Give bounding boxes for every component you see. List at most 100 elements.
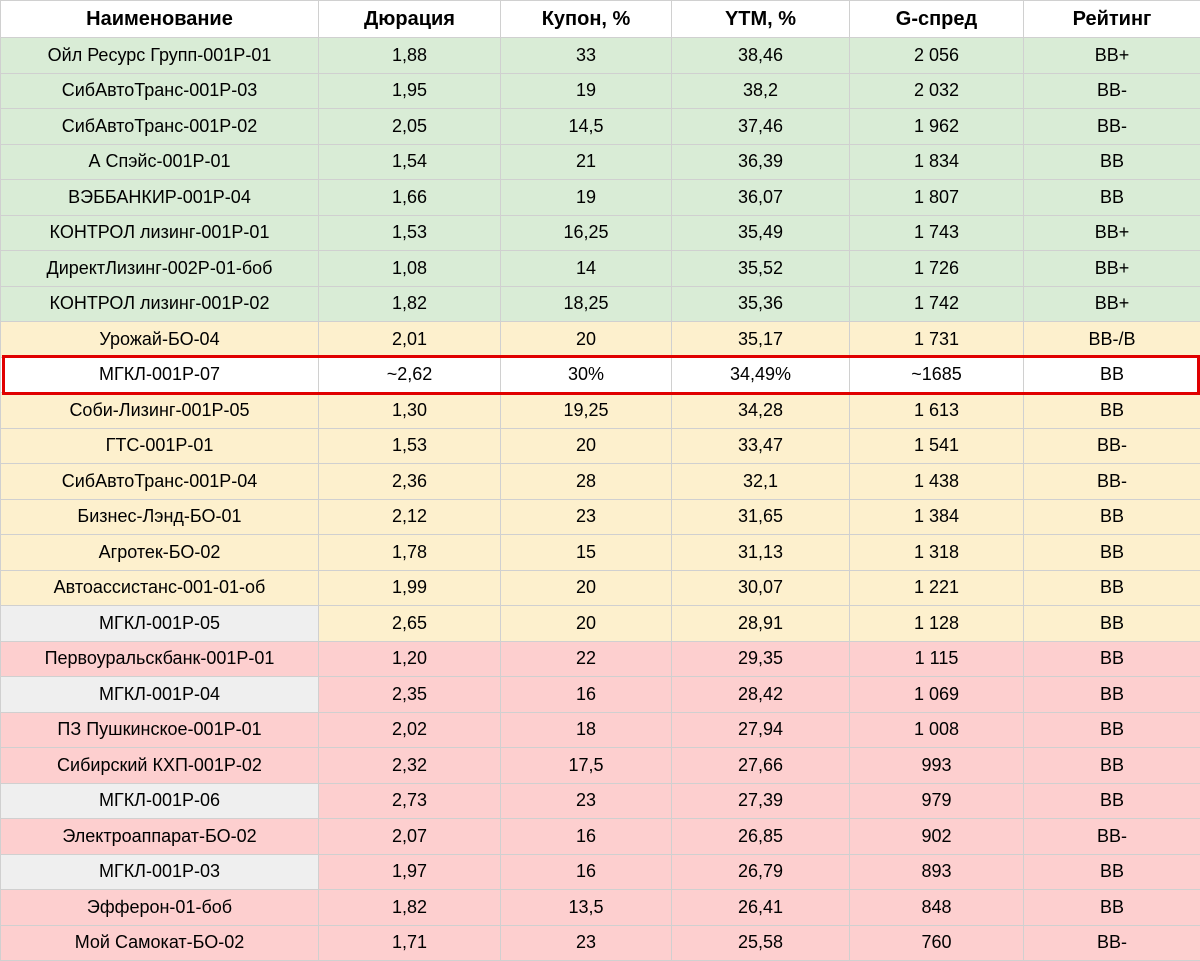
table-row: МГКЛ-001Р-052,652028,911 128BB [1, 606, 1200, 642]
cell-duration: 1,97 [319, 854, 501, 890]
cell-coupon: 20 [501, 606, 672, 642]
cell-rating: BB [1024, 180, 1200, 216]
cell-ytm: 27,66 [672, 748, 850, 784]
cell-rating: BB [1024, 677, 1200, 713]
cell-duration: 1,20 [319, 641, 501, 677]
cell-rating: BB- [1024, 925, 1200, 961]
cell-ytm: 27,39 [672, 783, 850, 819]
cell-ytm: 33,47 [672, 428, 850, 464]
cell-ytm: 35,17 [672, 322, 850, 358]
cell-ytm: 26,79 [672, 854, 850, 890]
cell-name: Эфферон-01-боб [1, 890, 319, 926]
cell-ytm: 31,65 [672, 499, 850, 535]
cell-rating: BB-/B [1024, 322, 1200, 358]
cell-ytm: 34,28 [672, 393, 850, 429]
table-row: Урожай-БО-042,012035,171 731BB-/B [1, 322, 1200, 358]
cell-rating: BB- [1024, 464, 1200, 500]
cell-g-spread: 1 541 [850, 428, 1024, 464]
cell-coupon: 20 [501, 428, 672, 464]
cell-coupon: 23 [501, 925, 672, 961]
table-row: Сибирский КХП-001Р-022,3217,527,66993BB [1, 748, 1200, 784]
cell-coupon: 14 [501, 251, 672, 287]
cell-duration: 1,08 [319, 251, 501, 287]
cell-rating: BB [1024, 712, 1200, 748]
cell-g-spread: 1 743 [850, 215, 1024, 251]
table-row: Агротек-БО-021,781531,131 318BB [1, 535, 1200, 571]
bond-comparison-table: Наименование Дюрация Купон, % YTM, % G-с… [0, 0, 1200, 961]
cell-g-spread: 1 742 [850, 286, 1024, 322]
cell-coupon: 19,25 [501, 393, 672, 429]
table-row: ДиректЛизинг-002Р-01-боб1,081435,521 726… [1, 251, 1200, 287]
header-ytm: YTM, % [672, 1, 850, 38]
cell-g-spread: 1 221 [850, 570, 1024, 606]
cell-name: МГКЛ-001Р-06 [1, 783, 319, 819]
cell-name: Мой Самокат-БО-02 [1, 925, 319, 961]
cell-coupon: 23 [501, 499, 672, 535]
cell-rating: BB [1024, 606, 1200, 642]
cell-g-spread: 902 [850, 819, 1024, 855]
cell-coupon: 19 [501, 180, 672, 216]
cell-ytm: 35,49 [672, 215, 850, 251]
cell-g-spread: 1 115 [850, 641, 1024, 677]
cell-name: СибАвтоТранс-001Р-02 [1, 109, 319, 145]
cell-ytm: 25,58 [672, 925, 850, 961]
cell-duration: 1,78 [319, 535, 501, 571]
cell-name: А Спэйс-001Р-01 [1, 144, 319, 180]
cell-duration: 2,02 [319, 712, 501, 748]
cell-name: КОНТРОЛ лизинг-001Р-02 [1, 286, 319, 322]
cell-ytm: 37,46 [672, 109, 850, 145]
cell-coupon: 17,5 [501, 748, 672, 784]
cell-name: СибАвтоТранс-001Р-03 [1, 73, 319, 109]
cell-name: МГКЛ-001Р-04 [1, 677, 319, 713]
table-row: ПЗ Пушкинское-001Р-012,021827,941 008BB [1, 712, 1200, 748]
cell-g-spread: 2 056 [850, 38, 1024, 74]
cell-duration: 1,82 [319, 286, 501, 322]
cell-duration: 2,05 [319, 109, 501, 145]
cell-ytm: 35,52 [672, 251, 850, 287]
cell-name: ВЭББАНКИР-001Р-04 [1, 180, 319, 216]
cell-g-spread: 1 834 [850, 144, 1024, 180]
cell-coupon: 18 [501, 712, 672, 748]
cell-rating: BB+ [1024, 215, 1200, 251]
header-row: Наименование Дюрация Купон, % YTM, % G-с… [1, 1, 1200, 38]
table-row: А Спэйс-001Р-011,542136,391 834BB [1, 144, 1200, 180]
cell-rating: BB [1024, 748, 1200, 784]
cell-g-spread: 1 807 [850, 180, 1024, 216]
cell-name: МГКЛ-001Р-05 [1, 606, 319, 642]
cell-duration: 1,53 [319, 428, 501, 464]
table-row: Соби-Лизинг-001Р-051,3019,2534,281 613BB [1, 393, 1200, 429]
cell-coupon: 21 [501, 144, 672, 180]
table-row: СибАвтоТранс-001Р-031,951938,22 032BB- [1, 73, 1200, 109]
cell-rating: BB- [1024, 73, 1200, 109]
cell-rating: BB [1024, 393, 1200, 429]
table-row: ГТС-001Р-011,532033,471 541BB- [1, 428, 1200, 464]
table-row: МГКЛ-001Р-042,351628,421 069BB [1, 677, 1200, 713]
cell-g-spread: 993 [850, 748, 1024, 784]
cell-name: Бизнес-Лэнд-БО-01 [1, 499, 319, 535]
table-row: Мой Самокат-БО-021,712325,58760BB- [1, 925, 1200, 961]
header-duration: Дюрация [319, 1, 501, 38]
cell-ytm: 38,2 [672, 73, 850, 109]
cell-name: Сибирский КХП-001Р-02 [1, 748, 319, 784]
cell-name: Автоассистанс-001-01-об [1, 570, 319, 606]
table-row: Автоассистанс-001-01-об1,992030,071 221B… [1, 570, 1200, 606]
table-row: МГКЛ-001Р-062,732327,39979BB [1, 783, 1200, 819]
cell-duration: 2,36 [319, 464, 501, 500]
cell-duration: 2,07 [319, 819, 501, 855]
table-body: Ойл Ресурс Групп-001Р-011,883338,462 056… [1, 38, 1200, 961]
cell-g-spread: 1 384 [850, 499, 1024, 535]
cell-ytm: 35,36 [672, 286, 850, 322]
cell-name: ДиректЛизинг-002Р-01-боб [1, 251, 319, 287]
cell-name: Ойл Ресурс Групп-001Р-01 [1, 38, 319, 74]
header-rating: Рейтинг [1024, 1, 1200, 38]
cell-rating: BB+ [1024, 286, 1200, 322]
cell-g-spread: 1 962 [850, 109, 1024, 145]
table-row: СибАвтоТранс-001Р-022,0514,537,461 962BB… [1, 109, 1200, 145]
cell-name: Урожай-БО-04 [1, 322, 319, 358]
cell-ytm: 28,91 [672, 606, 850, 642]
cell-rating: BB- [1024, 819, 1200, 855]
table-header: Наименование Дюрация Купон, % YTM, % G-с… [1, 1, 1200, 38]
cell-ytm: 27,94 [672, 712, 850, 748]
cell-duration: 1,82 [319, 890, 501, 926]
cell-coupon: 22 [501, 641, 672, 677]
